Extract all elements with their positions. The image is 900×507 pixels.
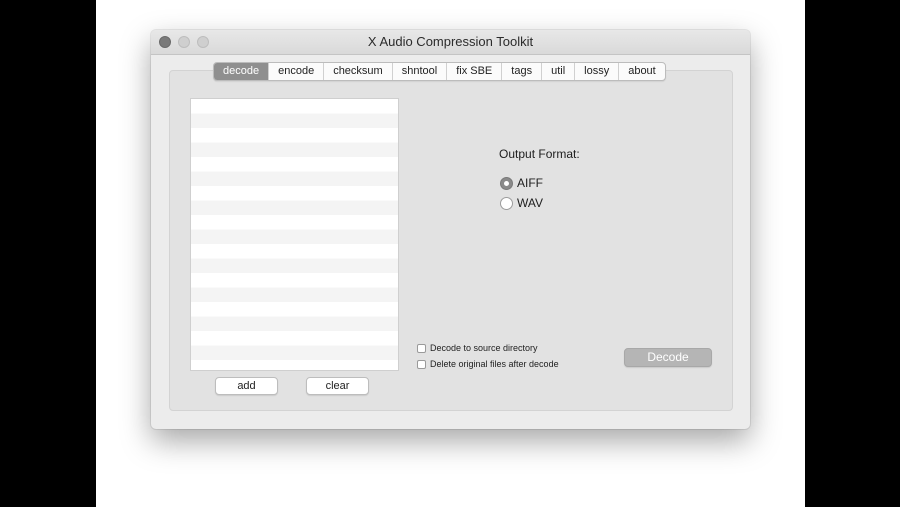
tab-decode[interactable]: decode (214, 63, 270, 80)
window-title: X Audio Compression Toolkit (367, 34, 534, 49)
tab-encode[interactable]: encode (269, 63, 325, 80)
tab-shntool[interactable]: shntool (393, 63, 448, 80)
radio-wav[interactable] (500, 196, 513, 210)
decode-to-source-option[interactable]: Decode to source directory (417, 342, 538, 354)
tab-bar: decode encode checksum shntool fix SBE t… (213, 62, 666, 81)
radio-wav-option[interactable]: WAV (500, 195, 543, 211)
decode-to-source-label: Decode to source directory (430, 343, 538, 353)
title-bar: X Audio Compression Toolkit (151, 30, 750, 55)
delete-originals-option[interactable]: Delete original files after decode (417, 358, 559, 370)
tab-lossy[interactable]: lossy (575, 63, 620, 80)
decode-button[interactable]: Decode (624, 348, 712, 367)
radio-aiff-label: AIFF (517, 176, 543, 190)
radio-aiff[interactable] (500, 176, 513, 190)
delete-originals-checkbox[interactable] (417, 359, 426, 369)
file-list[interactable] (190, 98, 399, 371)
tab-fix-sbe[interactable]: fix SBE (447, 63, 503, 80)
radio-wav-label: WAV (517, 196, 543, 210)
radio-aiff-option[interactable]: AIFF (500, 175, 543, 191)
tab-checksum[interactable]: checksum (324, 63, 393, 80)
tab-tags[interactable]: tags (502, 63, 543, 80)
delete-originals-label: Delete original files after decode (430, 359, 559, 369)
decode-to-source-checkbox[interactable] (417, 343, 426, 353)
tab-util[interactable]: util (542, 63, 576, 80)
add-button[interactable]: add (215, 377, 278, 395)
clear-button[interactable]: clear (306, 377, 369, 395)
output-format-label: Output Format: (499, 147, 580, 161)
app-window: X Audio Compression Toolkit decode encod… (151, 30, 750, 429)
tab-about[interactable]: about (619, 63, 665, 80)
